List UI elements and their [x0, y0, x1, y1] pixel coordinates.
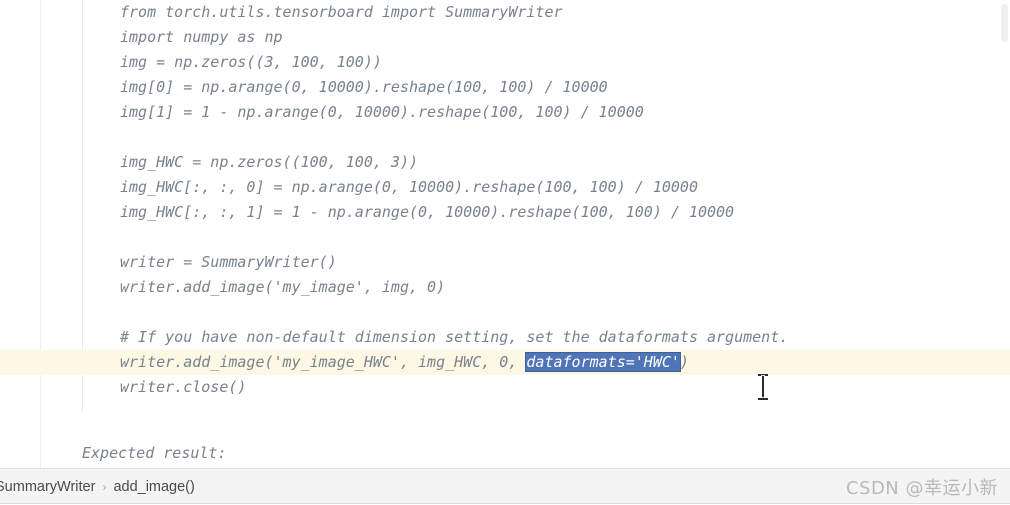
code-line-text: img_HWC = np.zeros((100, 100, 3)) — [120, 153, 419, 171]
code-line-text: img_HWC[:, :, 1] = 1 - np.arange(0, 1000… — [120, 203, 735, 221]
code-line-text: img_HWC[:, :, 0] = np.arange(0, 10000).r… — [120, 178, 698, 196]
expected-result-label: Expected result: — [82, 444, 227, 462]
code-line-text: writer.close() — [120, 378, 247, 396]
code-line-text: from torch.utils.tensorboard import Summ… — [120, 3, 563, 21]
page-gutter-rule — [40, 0, 41, 468]
breadcrumb[interactable]: SummaryWriter › add_image() — [0, 469, 195, 505]
code-line-text: writer.add_image('my_image_HWC', img_HWC… — [120, 353, 689, 371]
breadcrumb-separator-icon: › — [102, 480, 107, 494]
code-line-text: img[0] = np.arange(0, 10000).reshape(100… — [120, 78, 608, 96]
code-line[interactable]: from torch.utils.tensorboard import Summ… — [82, 0, 1010, 25]
code-line[interactable]: img[0] = np.arange(0, 10000).reshape(100… — [82, 75, 1010, 100]
breadcrumb-item[interactable]: add_image() — [113, 479, 194, 495]
csdn-watermark: CSDN @幸运小新 — [845, 478, 998, 499]
code-line[interactable]: writer.add_image('my_image_HWC', img_HWC… — [0, 350, 1010, 375]
code-line[interactable] — [82, 125, 1010, 150]
code-line[interactable]: writer.close() — [82, 375, 1010, 400]
code-line[interactable] — [82, 225, 1010, 250]
vertical-scrollbar-track[interactable] — [999, 0, 1010, 468]
code-line-list[interactable]: from torch.utils.tensorboard import Summ… — [0, 0, 1010, 400]
code-text-run: ) — [679, 353, 689, 371]
code-line[interactable]: img_HWC[:, :, 1] = 1 - np.arange(0, 1000… — [82, 200, 1010, 225]
code-line[interactable]: # If you have non-default dimension sett… — [82, 325, 1010, 350]
code-block[interactable]: from torch.utils.tensorboard import Summ… — [0, 0, 1010, 412]
code-line-text: writer = SummaryWriter() — [120, 253, 337, 271]
code-line-text: # If you have non-default dimension sett… — [120, 328, 789, 346]
code-line[interactable]: import numpy as np — [82, 25, 1010, 50]
vertical-scrollbar-thumb[interactable] — [1001, 4, 1008, 42]
code-line-text: import numpy as np — [120, 28, 283, 46]
breadcrumb-item[interactable]: SummaryWriter — [0, 479, 95, 495]
code-line[interactable]: img_HWC = np.zeros((100, 100, 3)) — [82, 150, 1010, 175]
code-line-text: img = np.zeros((3, 100, 100)) — [120, 53, 382, 71]
code-line[interactable]: img = np.zeros((3, 100, 100)) — [82, 50, 1010, 75]
code-line-text: writer.add_image('my_image', img, 0) — [120, 278, 446, 296]
code-line[interactable]: img[1] = 1 - np.arange(0, 10000).reshape… — [82, 100, 1010, 125]
document-viewport[interactable]: from torch.utils.tensorboard import Summ… — [0, 0, 1010, 468]
code-line[interactable]: writer = SummaryWriter() — [82, 250, 1010, 275]
code-text-run: writer.add_image('my_image_HWC', img_HWC… — [120, 353, 527, 371]
code-line[interactable]: writer.add_image('my_image', img, 0) — [82, 275, 1010, 300]
selected-text[interactable]: dataformats='HWC' — [526, 353, 680, 371]
code-line[interactable]: img_HWC[:, :, 0] = np.arange(0, 10000).r… — [82, 175, 1010, 200]
code-line-text: img[1] = 1 - np.arange(0, 10000).reshape… — [120, 103, 644, 121]
status-bar: SummaryWriter › add_image() CSDN @幸运小新 — [0, 468, 1010, 504]
code-line[interactable] — [82, 300, 1010, 325]
